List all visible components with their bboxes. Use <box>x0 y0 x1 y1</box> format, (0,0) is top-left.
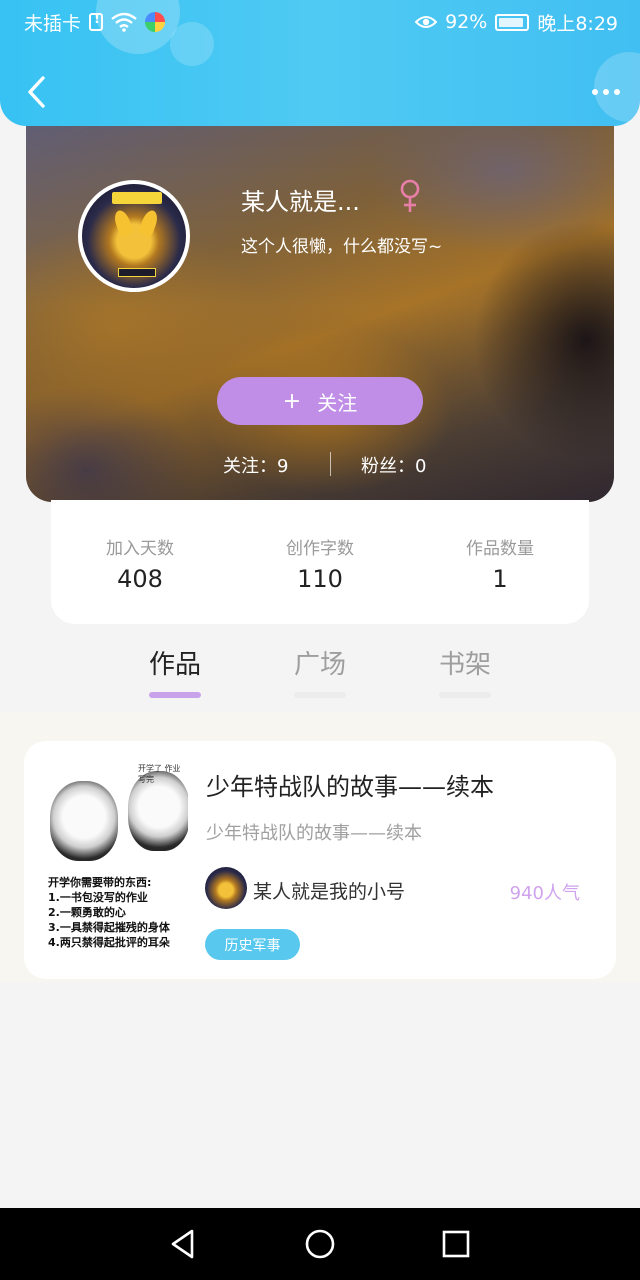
back-button[interactable] <box>16 72 56 112</box>
follow-button[interactable]: + 关注 <box>217 377 423 425</box>
author-name[interactable]: 某人就是我的小号 <box>253 877 405 904</box>
carrier-text: 未插卡 <box>24 12 82 35</box>
follow-button-label: 关注 <box>317 390 358 415</box>
tab-bookshelf[interactable]: 书架 <box>425 644 505 698</box>
hero-background-blur <box>26 110 614 502</box>
category-tag[interactable]: 历史军事 <box>205 929 300 960</box>
stat-label: 创作字数 <box>286 539 354 559</box>
female-icon <box>400 179 420 212</box>
clock-time: 晚上8:29 <box>537 12 618 35</box>
divider <box>330 452 331 476</box>
sim-alert-icon <box>89 12 104 31</box>
battery-icon <box>495 13 530 31</box>
tab-label: 广场 <box>293 650 346 680</box>
cover-line: 开学你需要带的东西: <box>48 876 152 889</box>
book-cover[interactable]: 开学了 作业写完 开学你需要带的东西: 1.一书包没写的作业 2.一颗勇敢的心 … <box>48 763 188 953</box>
square-recent-icon[interactable] <box>438 1226 474 1262</box>
more-options-button[interactable] <box>586 72 626 112</box>
profile-hero: 某人就是... 这个人很懒，什么都没写~ + 关注 关注：9 粉丝：0 <box>26 110 614 502</box>
top-header: 未插卡 92% 晚上8:29 <box>0 0 640 126</box>
work-subtitle: 少年特战队的故事——续本 <box>206 823 422 844</box>
cover-line: 4.两只禁得起批评的耳朵 <box>48 936 170 949</box>
stat-join-days: 加入天数 408 <box>60 534 220 593</box>
fans-count[interactable]: 粉丝：0 <box>361 452 426 478</box>
triangle-back-icon[interactable] <box>166 1226 202 1262</box>
more-dots-icon <box>603 89 609 95</box>
tab-square[interactable]: 广场 <box>280 644 360 698</box>
work-title: 少年特战队的故事——续本 <box>206 773 494 801</box>
cover-meme-face <box>50 781 118 861</box>
cover-caption: 开学了 作业写完 <box>138 764 181 784</box>
following-count[interactable]: 关注：9 <box>223 452 288 478</box>
cover-line: 1.一书包没写的作业 <box>48 891 148 904</box>
tab-underline <box>294 692 346 698</box>
stat-label: 加入天数 <box>106 539 174 559</box>
more-dots-icon <box>592 89 598 95</box>
popularity-count: 940人气 <box>509 883 580 904</box>
content-tabs: 作品 广场 书架 <box>0 640 640 710</box>
app-notification-icon <box>145 12 166 32</box>
user-name: 某人就是... <box>241 188 360 216</box>
user-bio: 这个人很懒，什么都没写~ <box>241 237 443 257</box>
author-avatar[interactable] <box>205 867 247 909</box>
stats-card: 加入天数 408 创作字数 110 作品数量 1 <box>51 500 589 624</box>
poster-figure-ear <box>111 208 135 238</box>
poster-figure-ear <box>137 208 161 238</box>
tab-underline <box>439 692 491 698</box>
chevron-left-icon <box>28 76 45 108</box>
tab-works[interactable]: 作品 <box>135 644 215 698</box>
wifi-icon <box>111 12 137 32</box>
cover-line: 3.一具禁得起摧残的身体 <box>48 921 170 934</box>
nav-bar <box>0 62 640 122</box>
system-nav-bar <box>0 1208 640 1280</box>
work-card[interactable]: 开学了 作业写完 开学你需要带的东西: 1.一书包没写的作业 2.一颗勇敢的心 … <box>24 741 616 979</box>
tab-label: 书架 <box>438 650 491 680</box>
follow-stats: 关注：9 粉丝：0 <box>26 450 614 480</box>
more-dots-icon <box>614 89 620 95</box>
works-list: 开学了 作业写完 开学你需要带的东西: 1.一书包没写的作业 2.一颗勇敢的心 … <box>0 712 640 982</box>
circle-home-icon[interactable] <box>302 1226 338 1262</box>
cover-text: 开学你需要带的东西: 1.一书包没写的作业 2.一颗勇敢的心 3.一具禁得起摧残… <box>48 875 188 950</box>
battery-percent: 92% <box>445 11 488 33</box>
tab-underline <box>149 692 201 698</box>
avatar[interactable] <box>78 180 190 292</box>
cover-line: 2.一颗勇敢的心 <box>48 906 126 919</box>
stat-label: 作品数量 <box>466 539 534 559</box>
plus-icon: + <box>282 388 302 414</box>
status-bar: 未插卡 92% 晚上8:29 <box>0 0 640 44</box>
stat-value: 1 <box>492 565 508 593</box>
eye-comfort-icon <box>415 16 438 28</box>
stat-value: 408 <box>117 565 163 593</box>
poster-title-mark <box>112 192 162 204</box>
stat-word-count: 创作字数 110 <box>240 534 400 593</box>
stat-value: 110 <box>297 565 343 593</box>
stat-work-count: 作品数量 1 <box>420 534 580 593</box>
tab-label: 作品 <box>148 650 201 680</box>
poster-tag-mark <box>118 268 156 277</box>
